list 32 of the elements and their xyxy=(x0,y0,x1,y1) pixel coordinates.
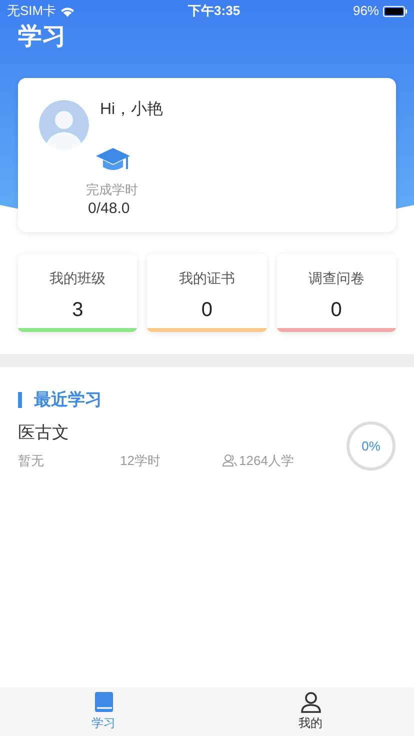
stat-card[interactable]: 我的班级 3 xyxy=(18,254,138,332)
carrier-text: 无SIM卡 xyxy=(7,2,56,20)
tab-item[interactable]: 我的 xyxy=(207,687,414,736)
status-time: 下午3:35 xyxy=(188,2,240,20)
progress-text: 0% xyxy=(362,438,380,453)
greeting: Hi，小艳 xyxy=(100,100,164,120)
section-title: 最近学习 xyxy=(34,389,102,411)
stat-value: 0 xyxy=(330,298,342,323)
people-icon xyxy=(222,454,237,467)
stat-card[interactable]: 我的证书 0 xyxy=(147,254,267,332)
stat-card[interactable]: 调查问卷 0 xyxy=(276,254,396,332)
page-title: 学习 xyxy=(18,23,66,50)
stat-value: 0 xyxy=(201,298,213,323)
stat-label: 我的班级 xyxy=(50,269,106,288)
progress-ring xyxy=(346,420,396,470)
battery-icon xyxy=(383,6,407,16)
course-item[interactable]: 医古文 暂无 12学时 1264人学 0% xyxy=(0,420,414,470)
stat-label: 调查问卷 xyxy=(308,269,364,288)
stat-label: 我的证书 xyxy=(178,269,235,288)
course-name: 医古文 xyxy=(18,422,70,444)
battery-text: 96% xyxy=(352,2,379,20)
book-icon xyxy=(94,691,114,713)
person-icon xyxy=(300,691,322,713)
wifi-icon xyxy=(60,6,76,16)
hours-label: 完成学时 xyxy=(86,181,138,199)
hours-value: 0/48.0 xyxy=(88,199,130,219)
course-hours: 12学时 xyxy=(120,452,162,470)
avatar xyxy=(39,100,89,150)
section-marker xyxy=(18,392,22,408)
course-teacher: 暂无 xyxy=(18,452,45,470)
course-learners: 1264人学 xyxy=(239,452,294,470)
stat-value: 3 xyxy=(72,298,84,323)
